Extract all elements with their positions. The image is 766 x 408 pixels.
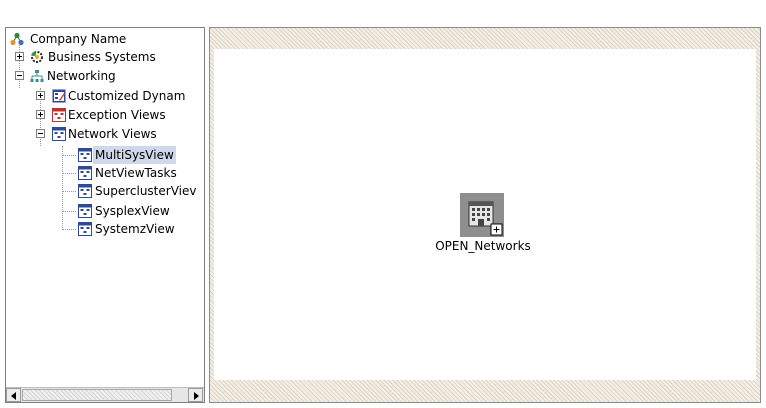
view-icon	[78, 148, 92, 162]
collapse-toggle[interactable]	[15, 71, 24, 80]
tree-item-label: Customized Dynam	[68, 89, 186, 103]
tree-item-business-systems[interactable]: Business Systems	[6, 48, 204, 66]
tree-item-label: Networking	[47, 69, 116, 83]
tree-item-customized-dynamic[interactable]: Customized Dynam	[6, 87, 204, 105]
tree-root-label: Company Name	[30, 32, 127, 46]
tree-item-systemzview[interactable]: SystemzView	[6, 220, 204, 238]
tree-item-label: Business Systems	[48, 50, 156, 64]
right-arrow-icon	[194, 392, 199, 400]
company-hierarchy-icon	[10, 32, 24, 46]
scrollbar-thumb[interactable]	[22, 389, 172, 401]
tree-item-label: Network Views	[68, 127, 157, 141]
collapse-toggle[interactable]	[36, 129, 45, 138]
view-folder-icon	[52, 127, 66, 141]
network-icon	[30, 70, 44, 82]
navigation-tree-panel: Company Name Business Systems Networking…	[5, 27, 205, 403]
view-icon	[78, 184, 92, 198]
tree-content: Company Name Business Systems Networking…	[6, 28, 204, 402]
tree-item-label-selected: MultiSysView	[93, 146, 176, 164]
tree-item-label: SuperclusterViev	[95, 184, 197, 198]
expand-toggle[interactable]	[15, 52, 24, 61]
left-arrow-icon	[11, 392, 16, 400]
tree-item-multisysview[interactable]: MultiSysView	[6, 146, 204, 164]
expand-toggle[interactable]	[36, 91, 45, 100]
tree-item-label: SysplexView	[95, 204, 170, 218]
tree-horizontal-scrollbar[interactable]	[6, 387, 204, 402]
tree-item-network-views[interactable]: Network Views	[6, 125, 204, 143]
tree-item-label: Exception Views	[68, 108, 166, 122]
tree-root-company[interactable]: Company Name	[6, 30, 204, 48]
view-icon	[78, 222, 92, 236]
open-networks-node[interactable]	[460, 193, 504, 237]
business-systems-icon	[31, 51, 43, 63]
tree-item-networking[interactable]: Networking	[6, 67, 204, 85]
tree-item-exception-views[interactable]: Exception Views	[6, 106, 204, 124]
tree-item-superclusterview[interactable]: SuperclusterViev	[6, 182, 204, 200]
tree-item-netviewtasks[interactable]: NetViewTasks	[6, 164, 204, 182]
building-icon	[460, 193, 504, 237]
scroll-right-button[interactable]	[188, 388, 203, 402]
tree-item-label: SystemzView	[95, 222, 175, 236]
tree-item-sysplexview[interactable]: SysplexView	[6, 202, 204, 220]
open-networks-node-label[interactable]: OPEN_Networks	[428, 239, 538, 253]
view-icon	[78, 204, 92, 218]
expand-toggle[interactable]	[36, 110, 45, 119]
exception-views-icon	[52, 108, 66, 122]
scroll-left-button[interactable]	[6, 388, 21, 402]
customized-view-icon	[52, 89, 66, 103]
tree-item-label: NetViewTasks	[95, 166, 177, 180]
view-icon	[78, 166, 92, 180]
